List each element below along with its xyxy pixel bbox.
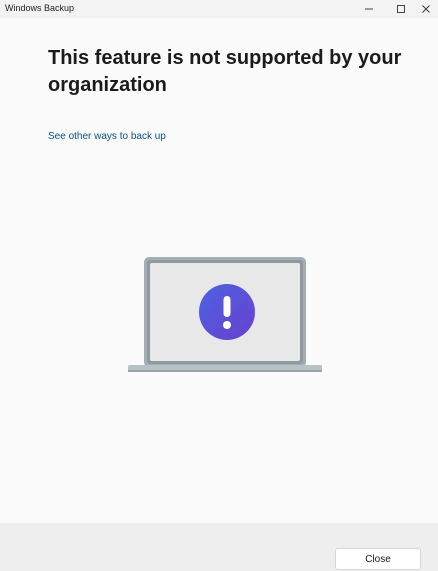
close-icon bbox=[422, 5, 430, 13]
minimize-icon bbox=[365, 8, 373, 10]
main-content: This feature is not supported by your or… bbox=[0, 18, 438, 523]
footer-bar: Close bbox=[0, 523, 438, 571]
laptop-warning-icon bbox=[128, 257, 322, 372]
title-bar[interactable]: Windows Backup bbox=[0, 0, 438, 18]
close-window-button[interactable] bbox=[414, 0, 438, 18]
minimize-button[interactable] bbox=[352, 0, 386, 18]
app-window: Windows Backup This feature is not suppo… bbox=[0, 0, 438, 571]
window-title: Windows Backup bbox=[5, 3, 75, 13]
exclamation-icon bbox=[199, 284, 255, 340]
other-backup-ways-link[interactable]: See other ways to back up bbox=[48, 131, 166, 142]
maximize-button[interactable] bbox=[384, 0, 418, 18]
page-title: This feature is not supported by your or… bbox=[48, 47, 402, 96]
close-button[interactable]: Close bbox=[335, 548, 421, 570]
laptop-warning-illustration bbox=[128, 255, 322, 375]
maximize-icon bbox=[397, 5, 405, 13]
